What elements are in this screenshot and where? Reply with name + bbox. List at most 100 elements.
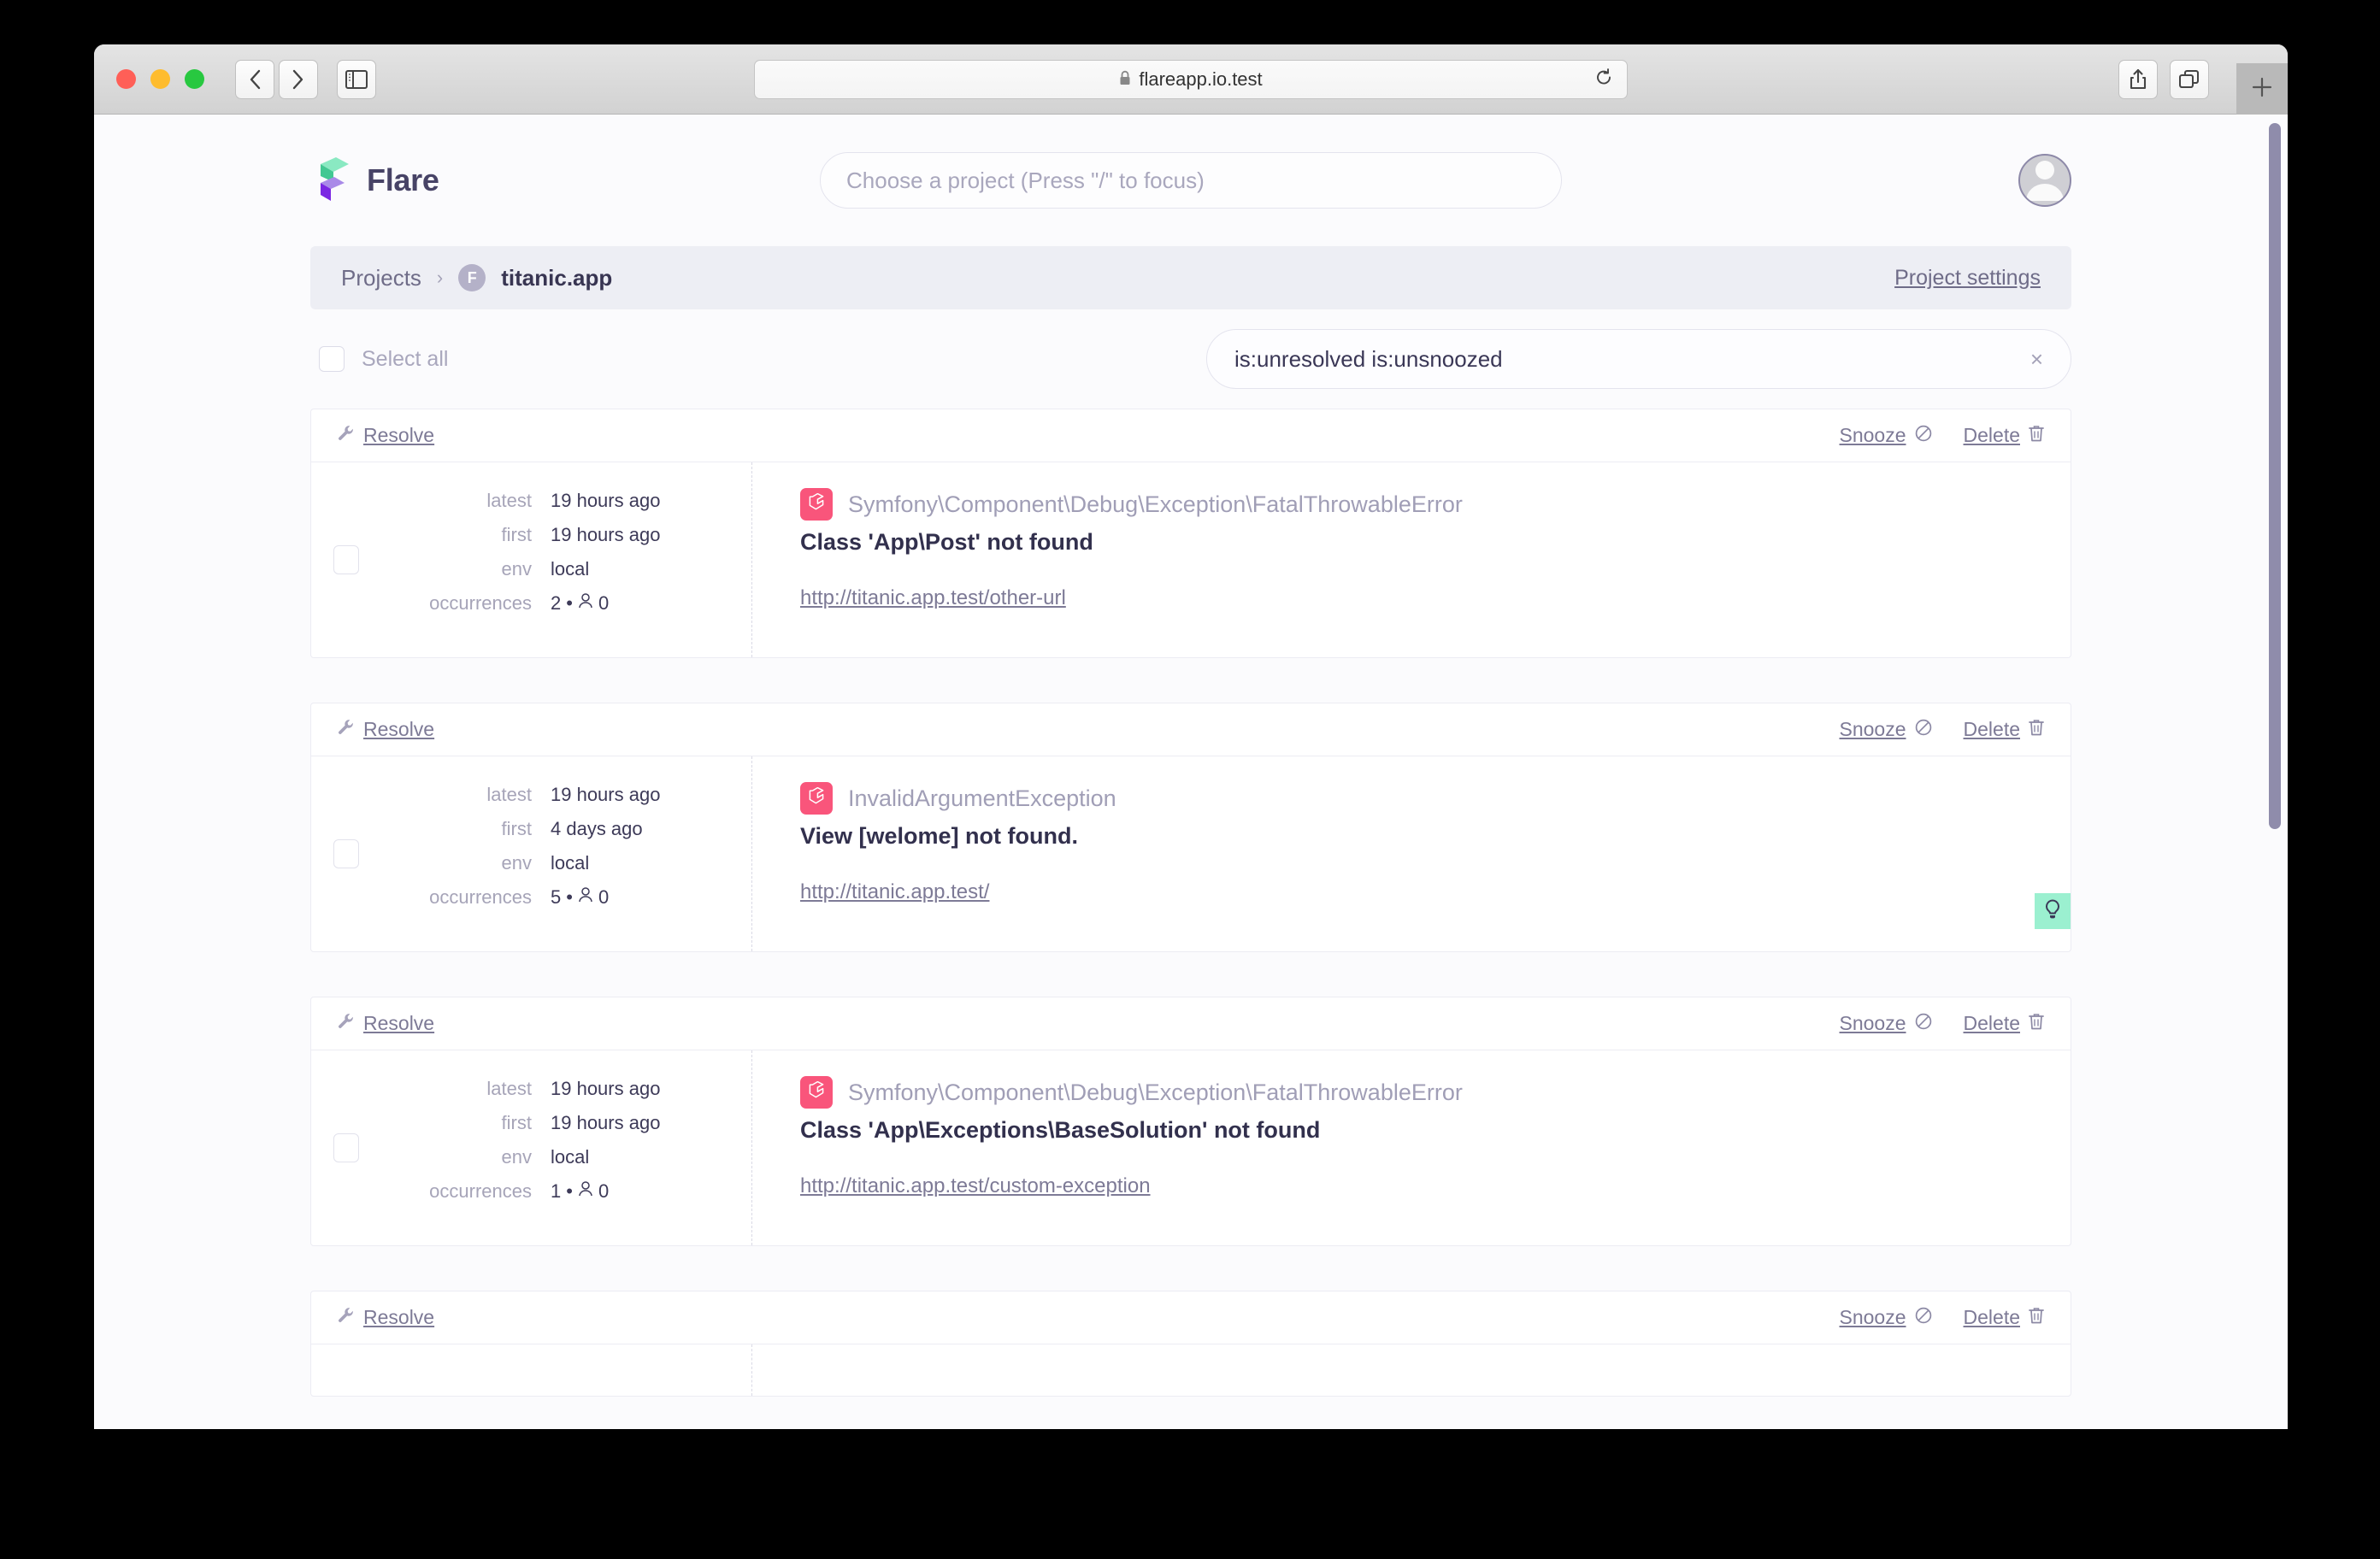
address-bar-text: flareapp.io.test [1119, 68, 1263, 91]
error-select-checkbox[interactable] [333, 1133, 359, 1162]
project-settings-link[interactable]: Project settings [1894, 266, 2041, 291]
delete-button[interactable]: Delete [1964, 1012, 2045, 1035]
delete-label: Delete [1963, 1012, 2020, 1034]
sidebar-toggle-button[interactable] [337, 59, 376, 99]
avatar[interactable] [2018, 154, 2071, 207]
plus-icon [2250, 75, 2274, 103]
project-picker[interactable]: Choose a project (Press "/" to focus) [820, 152, 1562, 209]
page-scrollbar[interactable] [2265, 115, 2284, 1429]
meta-row-latest: latest 19 hours ago [381, 490, 728, 512]
error-card-actions: Resolve Snooze Delete [311, 409, 2071, 462]
search-input-value: is:unresolved is:unsnoozed [1234, 345, 1503, 372]
occurrence-count: 5 [551, 886, 562, 908]
occurrence-count: 2 [551, 592, 562, 614]
snooze-button[interactable]: Snooze [1840, 424, 1933, 447]
minimize-window-button[interactable] [150, 69, 170, 89]
exception-message: Class 'App\Exceptions\BaseSolution' not … [800, 1117, 1321, 1143]
brand[interactable]: Flare [310, 154, 439, 208]
scrollbar-thumb[interactable] [2269, 123, 2281, 829]
close-icon[interactable]: × [2030, 346, 2043, 373]
error-card-body: latest 19 hours ago first 4 days ago env loca… [311, 756, 2071, 951]
delete-label: Delete [1963, 1306, 2020, 1328]
resolve-button[interactable]: Resolve [337, 718, 434, 741]
delete-button[interactable]: Delete [1964, 424, 2045, 447]
maximize-window-button[interactable] [185, 69, 204, 89]
delete-button[interactable]: Delete [1964, 1306, 2045, 1329]
share-button[interactable] [2118, 59, 2158, 99]
meta-label-env: env [501, 852, 532, 874]
project-picker-placeholder: Choose a project (Press "/" to focus) [846, 167, 1205, 193]
select-all-checkbox[interactable] [319, 346, 345, 372]
exception-url-link[interactable]: http://titanic.app.test/other-url [800, 586, 1066, 609]
browser-toolbar-right [2118, 59, 2209, 99]
meta-separator: • [566, 592, 573, 614]
error-select-checkbox[interactable] [333, 839, 359, 868]
page-content: Flare Choose a project (Press "/" to foc… [310, 115, 2071, 1397]
brand-name: Flare [367, 162, 439, 197]
error-select-cell [311, 1344, 381, 1396]
meta-separator: • [566, 886, 573, 908]
meta-value-first: 19 hours ago [551, 1112, 661, 1133]
laravel-icon [807, 1080, 826, 1104]
meta-label-first: first [501, 524, 532, 545]
new-tab-button[interactable] [2236, 63, 2288, 115]
ban-icon [1914, 718, 1933, 741]
error-select-cell[interactable] [311, 462, 381, 657]
user-icon [578, 886, 593, 909]
exception-url-link[interactable]: http://titanic.app.test/ [800, 880, 989, 903]
error-select-cell[interactable] [311, 756, 381, 951]
meta-row-first: first 19 hours ago [381, 524, 728, 546]
tab-overview-button[interactable] [2170, 59, 2209, 99]
wrench-icon [337, 1012, 356, 1035]
back-button[interactable] [235, 59, 274, 99]
exception-header: Symfony\Component\Debug\Exception\FatalT… [800, 1076, 2036, 1109]
exception-url-link[interactable]: http://titanic.app.test/custom-exception [800, 1174, 1151, 1197]
meta-value-latest: 19 hours ago [551, 1078, 661, 1099]
meta-row-occurrences: occurrences 1 • 0 [381, 1180, 728, 1203]
meta-value-occurrences: 2 • 0 [551, 592, 609, 615]
ban-icon [1914, 1012, 1933, 1035]
meta-row-latest: latest 19 hours ago [381, 1078, 728, 1100]
meta-label-occurrences: occurrences [429, 592, 532, 614]
error-card[interactable]: Resolve Snooze Delete latest 19 hours ago fir… [310, 703, 2071, 952]
framework-badge [800, 782, 833, 815]
snooze-label: Snooze [1839, 424, 1906, 446]
resolve-button[interactable]: Resolve [337, 1012, 434, 1035]
address-bar[interactable]: flareapp.io.test [754, 59, 1628, 99]
meta-value-occurrences: 1 • 0 [551, 1180, 609, 1203]
breadcrumb-project-name: titanic.app [501, 264, 613, 291]
error-card-body: latest 19 hours ago first 19 hours ago env lo… [311, 1050, 2071, 1245]
delete-button[interactable]: Delete [1964, 718, 2045, 741]
meta-value-env: local [551, 558, 590, 579]
snooze-button[interactable]: Snooze [1840, 1306, 1933, 1329]
snooze-button[interactable]: Snooze [1840, 718, 1933, 741]
error-select-checkbox[interactable] [333, 545, 359, 574]
solution-indicator[interactable] [2035, 893, 2071, 929]
forward-button[interactable] [279, 59, 318, 99]
error-card[interactable]: Resolve Snooze Delete latest 19 hours ago fir… [310, 409, 2071, 658]
snooze-label: Snooze [1839, 1306, 1906, 1328]
select-all-control[interactable]: Select all [310, 346, 448, 372]
reload-button[interactable] [1594, 68, 1613, 91]
chevron-left-icon [247, 68, 262, 91]
meta-row-env: env local [381, 852, 728, 874]
resolve-button[interactable]: Resolve [337, 424, 434, 447]
meta-label-occurrences: occurrences [429, 1180, 532, 1202]
search-input[interactable]: is:unresolved is:unsnoozed × [1206, 329, 2071, 389]
error-card[interactable]: Resolve Snooze Delete [310, 1291, 2071, 1397]
error-card[interactable]: Resolve Snooze Delete latest 19 hours ago fir… [310, 997, 2071, 1246]
snooze-label: Snooze [1839, 718, 1906, 740]
snooze-button[interactable]: Snooze [1840, 1012, 1933, 1035]
breadcrumb-projects-link[interactable]: Projects [341, 265, 421, 291]
trash-icon [2028, 1306, 2045, 1329]
close-window-button[interactable] [116, 69, 136, 89]
flare-logo-icon [310, 154, 351, 208]
delete-label: Delete [1963, 424, 2020, 446]
meta-row-env: env local [381, 558, 728, 580]
sidebar-toggle-icon [345, 69, 368, 89]
error-select-cell[interactable] [311, 1050, 381, 1245]
app-header: Flare Choose a project (Press "/" to foc… [310, 115, 2071, 246]
user-icon [578, 1180, 593, 1203]
resolve-button[interactable]: Resolve [337, 1306, 434, 1329]
meta-label-latest: latest [486, 490, 532, 511]
